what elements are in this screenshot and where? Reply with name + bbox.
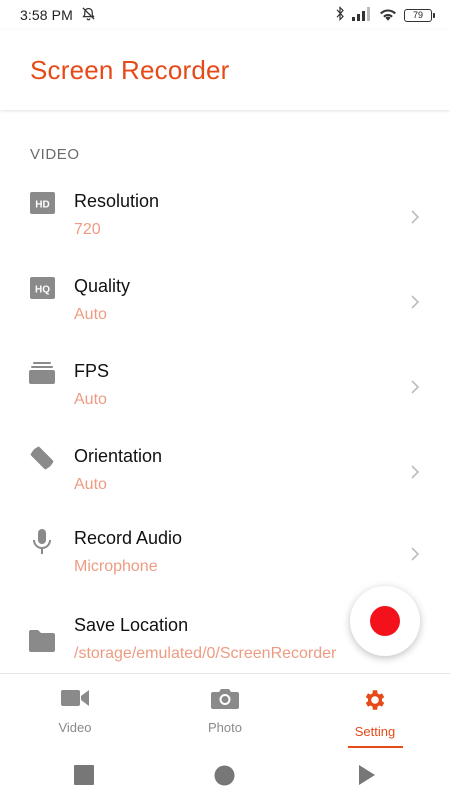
- system-nav-bar: [0, 751, 450, 800]
- battery-icon: 79: [404, 8, 435, 22]
- chevron-right-icon: [409, 294, 421, 310]
- setting-value: Auto: [74, 306, 107, 323]
- video-camera-icon: [61, 687, 89, 714]
- wifi-icon: [379, 7, 397, 24]
- setting-value: /storage/emulated/0/ScreenRecorder: [74, 645, 337, 662]
- status-time: 3:58 PM: [20, 7, 73, 23]
- status-bar: 3:58 PM 79: [0, 0, 450, 30]
- folder-icon: [28, 627, 56, 655]
- chevron-right-icon: [409, 379, 421, 395]
- setting-title: Orientation: [74, 446, 163, 466]
- bottom-nav: Video Photo Setting: [0, 673, 450, 751]
- back-triangle-icon[interactable]: [358, 765, 376, 790]
- setting-row-quality[interactable]: HQ Quality Auto: [0, 248, 450, 328]
- app-bar: Screen Recorder: [0, 30, 450, 110]
- setting-row-orientation[interactable]: Orientation Auto: [0, 418, 450, 498]
- svg-text:HQ: HQ: [35, 285, 50, 296]
- screen-rotation-icon: [28, 444, 56, 472]
- setting-value: Auto: [74, 391, 107, 408]
- alarm-off-icon: [81, 6, 96, 24]
- setting-value: 720: [74, 221, 101, 238]
- svg-text:HD: HD: [35, 200, 49, 211]
- home-circle-icon[interactable]: [214, 765, 235, 791]
- setting-title: Record Audio: [74, 528, 183, 548]
- chevron-right-icon: [409, 546, 421, 562]
- nav-label: Video: [58, 720, 92, 735]
- hd-icon: HD: [28, 189, 56, 217]
- signal-icon: [352, 6, 372, 24]
- nav-item-photo[interactable]: Photo: [150, 674, 300, 751]
- recents-square-icon[interactable]: [74, 765, 94, 790]
- setting-title: Quality: [74, 276, 131, 296]
- chevron-right-icon: [409, 464, 421, 480]
- gear-icon: [362, 687, 388, 718]
- setting-title: Save Location: [74, 615, 189, 635]
- active-tab-indicator: [347, 746, 403, 748]
- chevron-right-icon: [409, 209, 421, 225]
- camera-icon: [211, 687, 239, 714]
- nav-item-video[interactable]: Video: [0, 674, 150, 751]
- nav-label: Setting: [354, 724, 396, 739]
- setting-title: FPS: [74, 361, 110, 381]
- record-button[interactable]: [350, 586, 420, 656]
- nav-label: Photo: [208, 720, 242, 735]
- record-icon: [370, 606, 400, 636]
- setting-row-fps[interactable]: FPS Auto: [0, 333, 450, 413]
- page-title: Screen Recorder: [30, 54, 230, 85]
- setting-value: Microphone: [74, 558, 158, 575]
- setting-title: Resolution: [74, 191, 160, 211]
- section-header-video: VIDEO: [30, 146, 80, 163]
- setting-value: Auto: [74, 476, 107, 493]
- microphone-icon: [28, 528, 56, 556]
- hq-icon: HQ: [28, 274, 56, 302]
- nav-item-setting[interactable]: Setting: [300, 674, 450, 751]
- setting-row-resolution[interactable]: HD Resolution 720: [0, 163, 450, 243]
- bluetooth-icon: [335, 6, 345, 24]
- setting-row-record-audio[interactable]: Record Audio Microphone: [0, 500, 450, 580]
- layers-icon: [28, 359, 56, 387]
